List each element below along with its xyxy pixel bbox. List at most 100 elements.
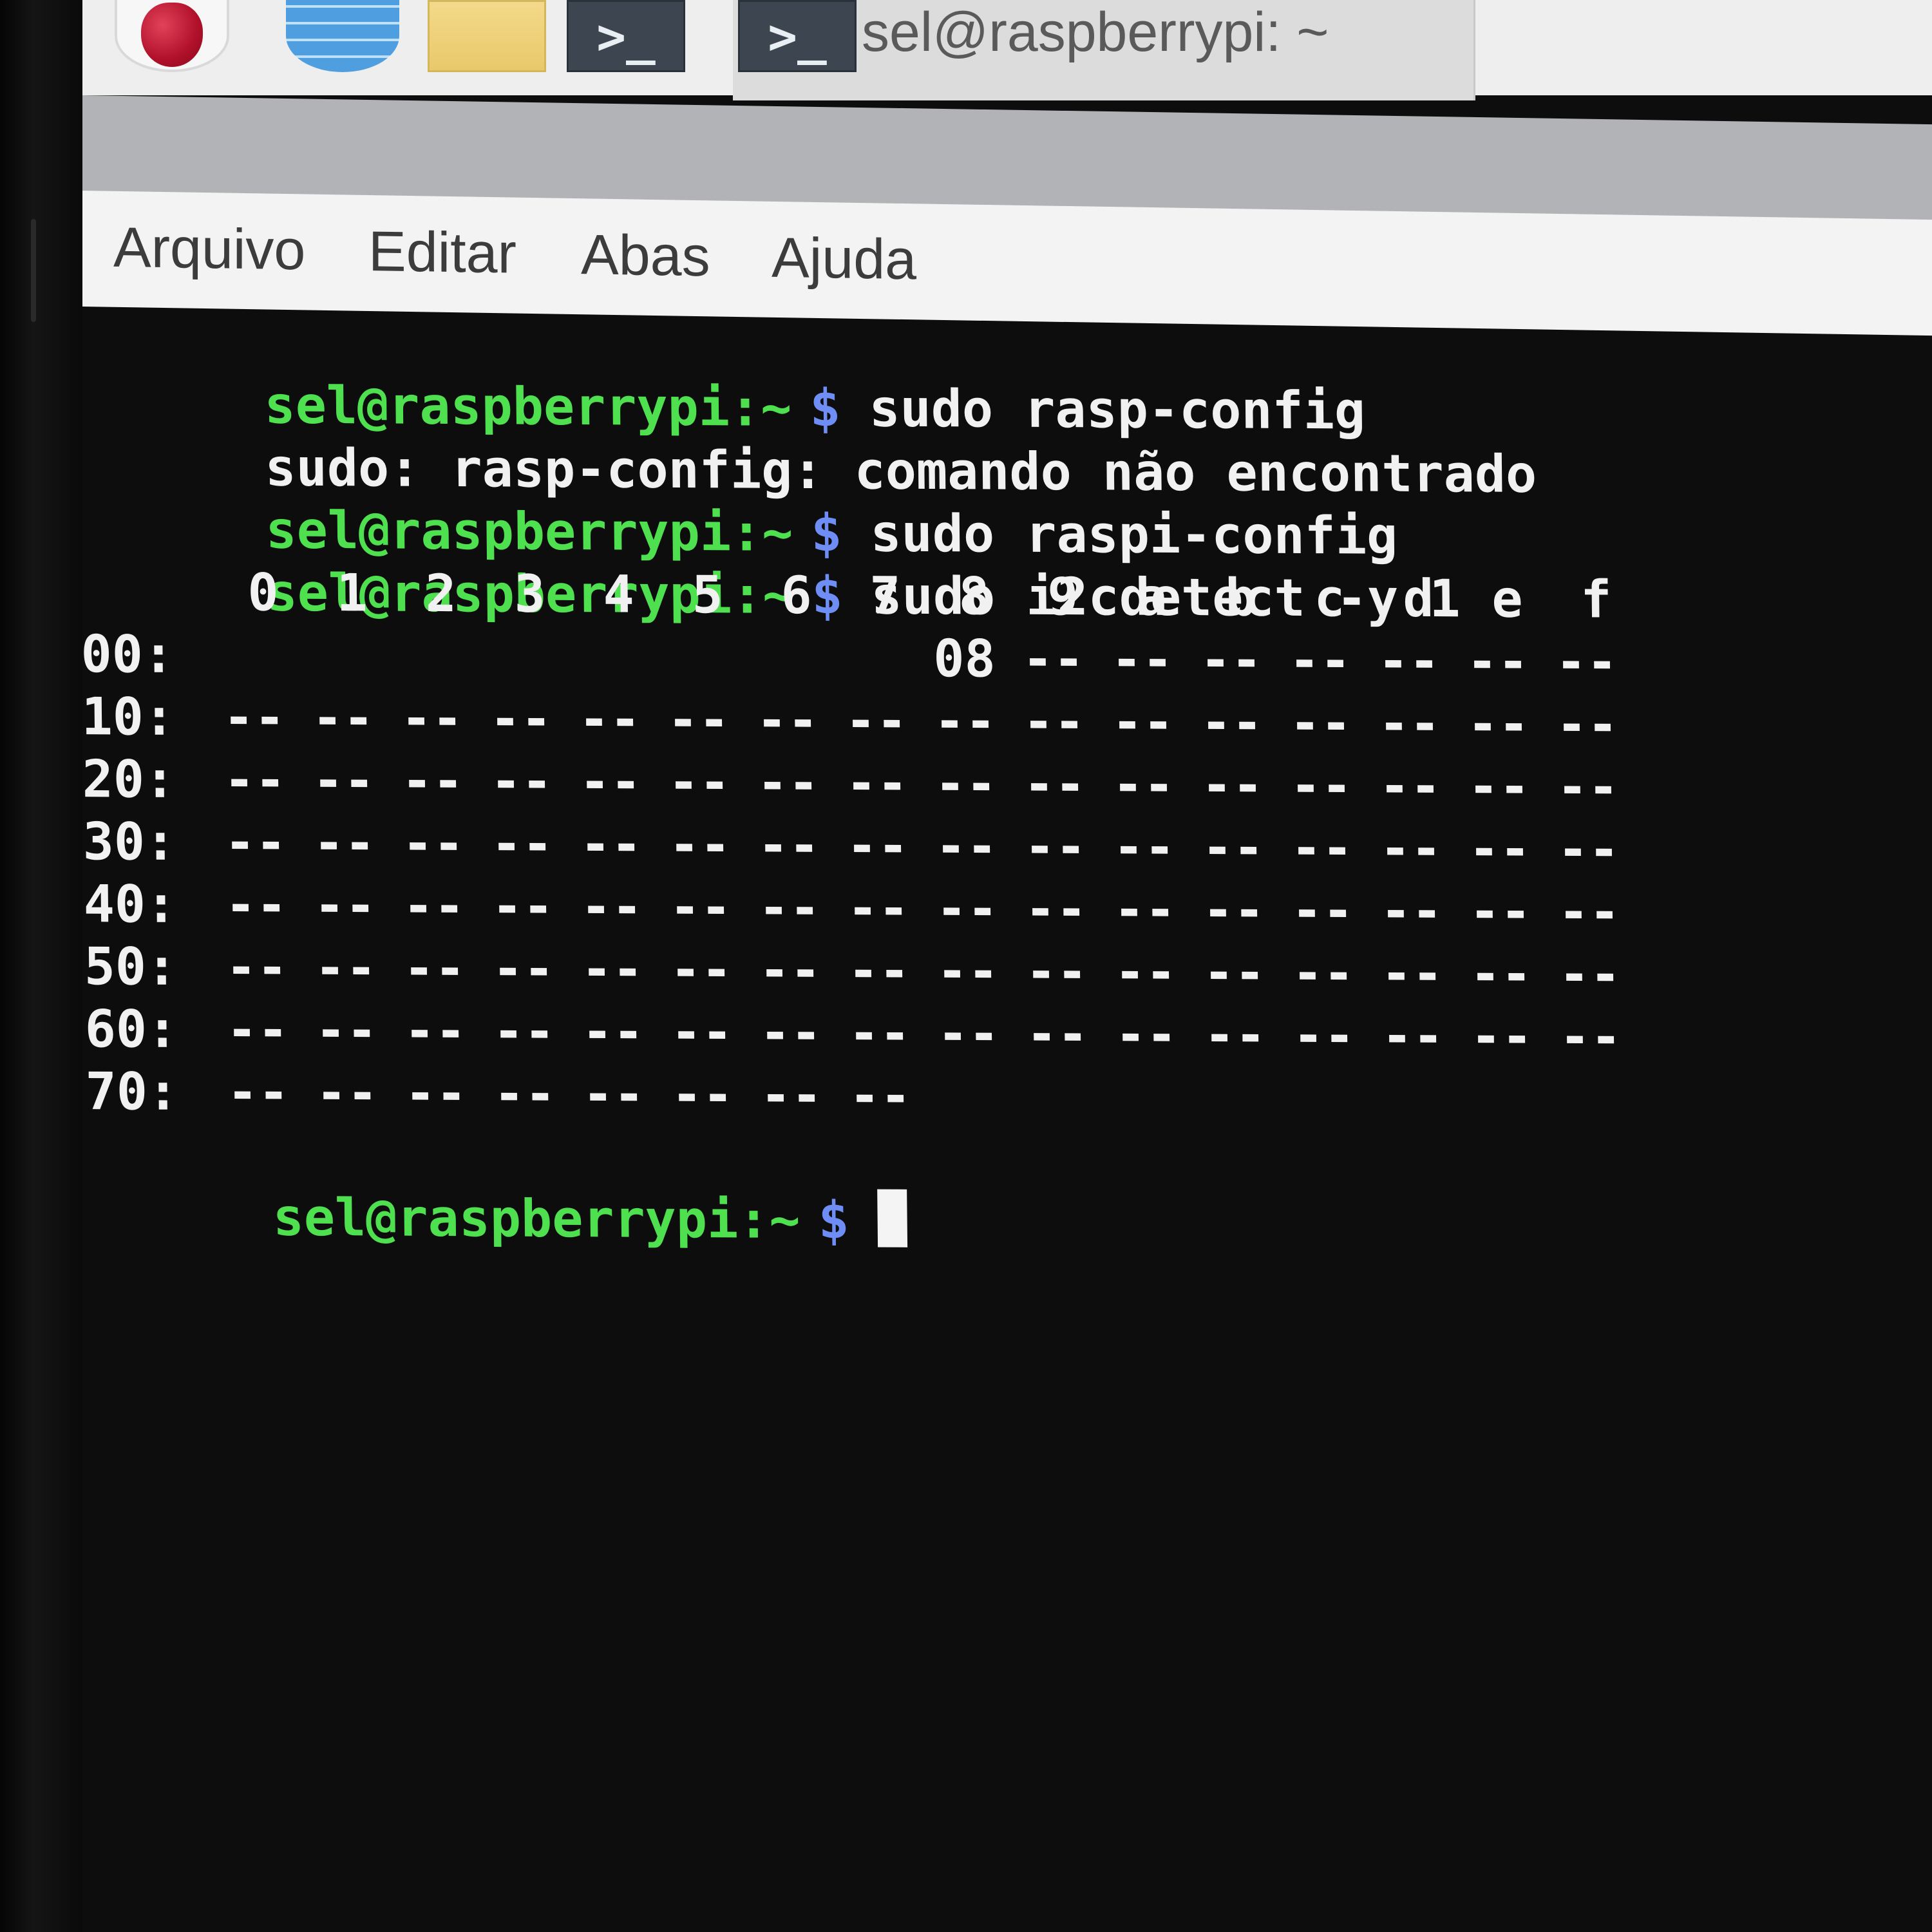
- table-cell: --: [1467, 756, 1531, 817]
- table-cell: --: [402, 875, 466, 936]
- table-cell: --: [401, 750, 464, 811]
- table-cell: --: [1023, 753, 1086, 815]
- table-cell: --: [1021, 629, 1085, 690]
- terminal-line: sudo: rasp-config: comando não encontrad…: [78, 373, 1537, 504]
- table-cell: --: [757, 815, 820, 876]
- table-cell: --: [757, 877, 821, 938]
- terminal-line: sel@raspberrypi:~ $ sudo rasp-config: [77, 310, 1365, 441]
- table-cell: --: [1378, 755, 1442, 817]
- column-header: e: [1491, 569, 1524, 629]
- table-cell: --: [580, 876, 643, 937]
- table-row: 40: -- -- -- -- -- -- -- -- -- -- -- -- -- -- -- --: [83, 873, 1620, 942]
- table-cell: --: [1558, 1007, 1622, 1067]
- table-cell: --: [312, 812, 376, 873]
- column-header: 7: [869, 565, 902, 626]
- table-cell: --: [311, 687, 375, 748]
- column-header: 8: [958, 566, 990, 627]
- table-cell: --: [402, 938, 466, 999]
- menu-arquivo[interactable]: Arquivo: [113, 214, 305, 283]
- table-cell: --: [579, 814, 643, 875]
- prompt-user-host: sel@raspberrypi:~: [272, 1187, 800, 1250]
- table-cell: --: [489, 751, 553, 811]
- table-cell: --: [1112, 754, 1175, 815]
- table-cell: --: [225, 937, 289, 998]
- table-cell: --: [491, 876, 554, 936]
- table-row: 30: -- -- -- -- -- -- -- -- -- -- -- -- -- -- -- --: [82, 810, 1620, 880]
- table-cell: --: [491, 938, 555, 999]
- table-cell: --: [670, 1001, 734, 1063]
- table-cell: --: [1470, 1006, 1533, 1066]
- table-row: 10: -- -- -- -- -- -- -- -- -- -- -- -- -- -- -- --: [81, 685, 1618, 755]
- raspberry-menu-icon[interactable]: [115, 0, 229, 72]
- table-cell: --: [401, 813, 465, 874]
- table-cell: --: [1025, 941, 1088, 1002]
- table-cell: --: [223, 812, 287, 873]
- table-cell: --: [668, 876, 732, 938]
- table-cell: --: [315, 999, 378, 1061]
- table-cell: --: [758, 940, 822, 1001]
- column-header: d: [1402, 568, 1435, 629]
- table-cell: --: [1199, 630, 1263, 690]
- table-cell: --: [578, 689, 641, 750]
- table-cell: --: [759, 1065, 823, 1126]
- table-cell: --: [1290, 817, 1354, 878]
- table-cell: --: [670, 1064, 734, 1125]
- table-cell: --: [314, 937, 377, 998]
- table-cell: --: [1022, 691, 1086, 752]
- row-address-label: 20:: [82, 749, 176, 810]
- bezel-reflection: [31, 219, 36, 322]
- table-cell: --: [668, 814, 732, 875]
- menu-abas[interactable]: Abas: [581, 222, 710, 289]
- web-browser-icon[interactable]: [286, 0, 399, 72]
- table-cell: --: [1379, 880, 1443, 942]
- table-row: 60: -- -- -- -- -- -- -- -- -- -- -- -- -- -- -- --: [84, 998, 1622, 1067]
- menu-editar[interactable]: Editar: [368, 218, 516, 287]
- table-cell: --: [1024, 878, 1088, 940]
- column-header: 0: [247, 562, 279, 623]
- terminal-glyph: >_: [596, 7, 656, 65]
- text-cursor: [877, 1189, 908, 1247]
- raspberry-logo-icon: [141, 3, 203, 67]
- table-cell: --: [1202, 942, 1266, 1003]
- table-cell: --: [1555, 694, 1619, 755]
- table-cell: --: [1111, 692, 1175, 752]
- table-cell: --: [223, 750, 287, 810]
- table-cell: --: [844, 690, 908, 751]
- table-cell: --: [1381, 1005, 1444, 1066]
- table-cell: --: [1291, 880, 1354, 941]
- table-cell: --: [224, 875, 288, 935]
- table-cell: --: [845, 753, 909, 813]
- row-address-label: 00:: [80, 624, 175, 685]
- table-cell: --: [1466, 631, 1530, 692]
- table-cell: --: [316, 1063, 379, 1123]
- taskbar-window-title[interactable]: sel@raspberrypi: ~: [862, 0, 1329, 64]
- table-cell: --: [1203, 1005, 1267, 1065]
- terminal-line: sel@raspberrypi:~ $ sudo raspi-config: [79, 435, 1398, 566]
- table-cell: --: [936, 941, 999, 1001]
- table-cell: --: [1200, 755, 1264, 815]
- column-header: 2: [424, 563, 457, 624]
- terminal-output[interactable]: sel@raspberrypi:~ $ sudo rasp-config sudo:…: [77, 310, 1932, 1930]
- table-cell: --: [934, 753, 998, 814]
- table-cell: --: [1292, 1005, 1356, 1066]
- table-cell: --: [756, 752, 820, 813]
- table-cell: --: [1378, 693, 1441, 754]
- table-cell: --: [667, 752, 731, 813]
- terminal-launcher-icon[interactable]: >_: [567, 0, 685, 72]
- row-address-label: 30:: [82, 811, 176, 872]
- table-cell: --: [1466, 694, 1530, 754]
- table-cell: --: [492, 1001, 556, 1061]
- terminal-window-icon: >_: [738, 0, 857, 72]
- menu-ajuda[interactable]: Ajuda: [772, 225, 916, 293]
- table-cell: --: [403, 1000, 467, 1061]
- taskbar: >_ >_ sel@raspberrypi: ~: [82, 0, 1932, 100]
- table-cell: --: [846, 815, 909, 876]
- column-header: 4: [602, 564, 635, 625]
- table-cell: --: [848, 1003, 911, 1063]
- table-cell: --: [759, 1002, 822, 1063]
- table-cell: --: [1557, 882, 1621, 942]
- file-manager-icon[interactable]: [428, 0, 546, 72]
- row-address-label: 60:: [84, 999, 178, 1059]
- terminal-line: sel@raspberrypi:~ $: [86, 1122, 908, 1250]
- monitor-bezel: [0, 0, 82, 1932]
